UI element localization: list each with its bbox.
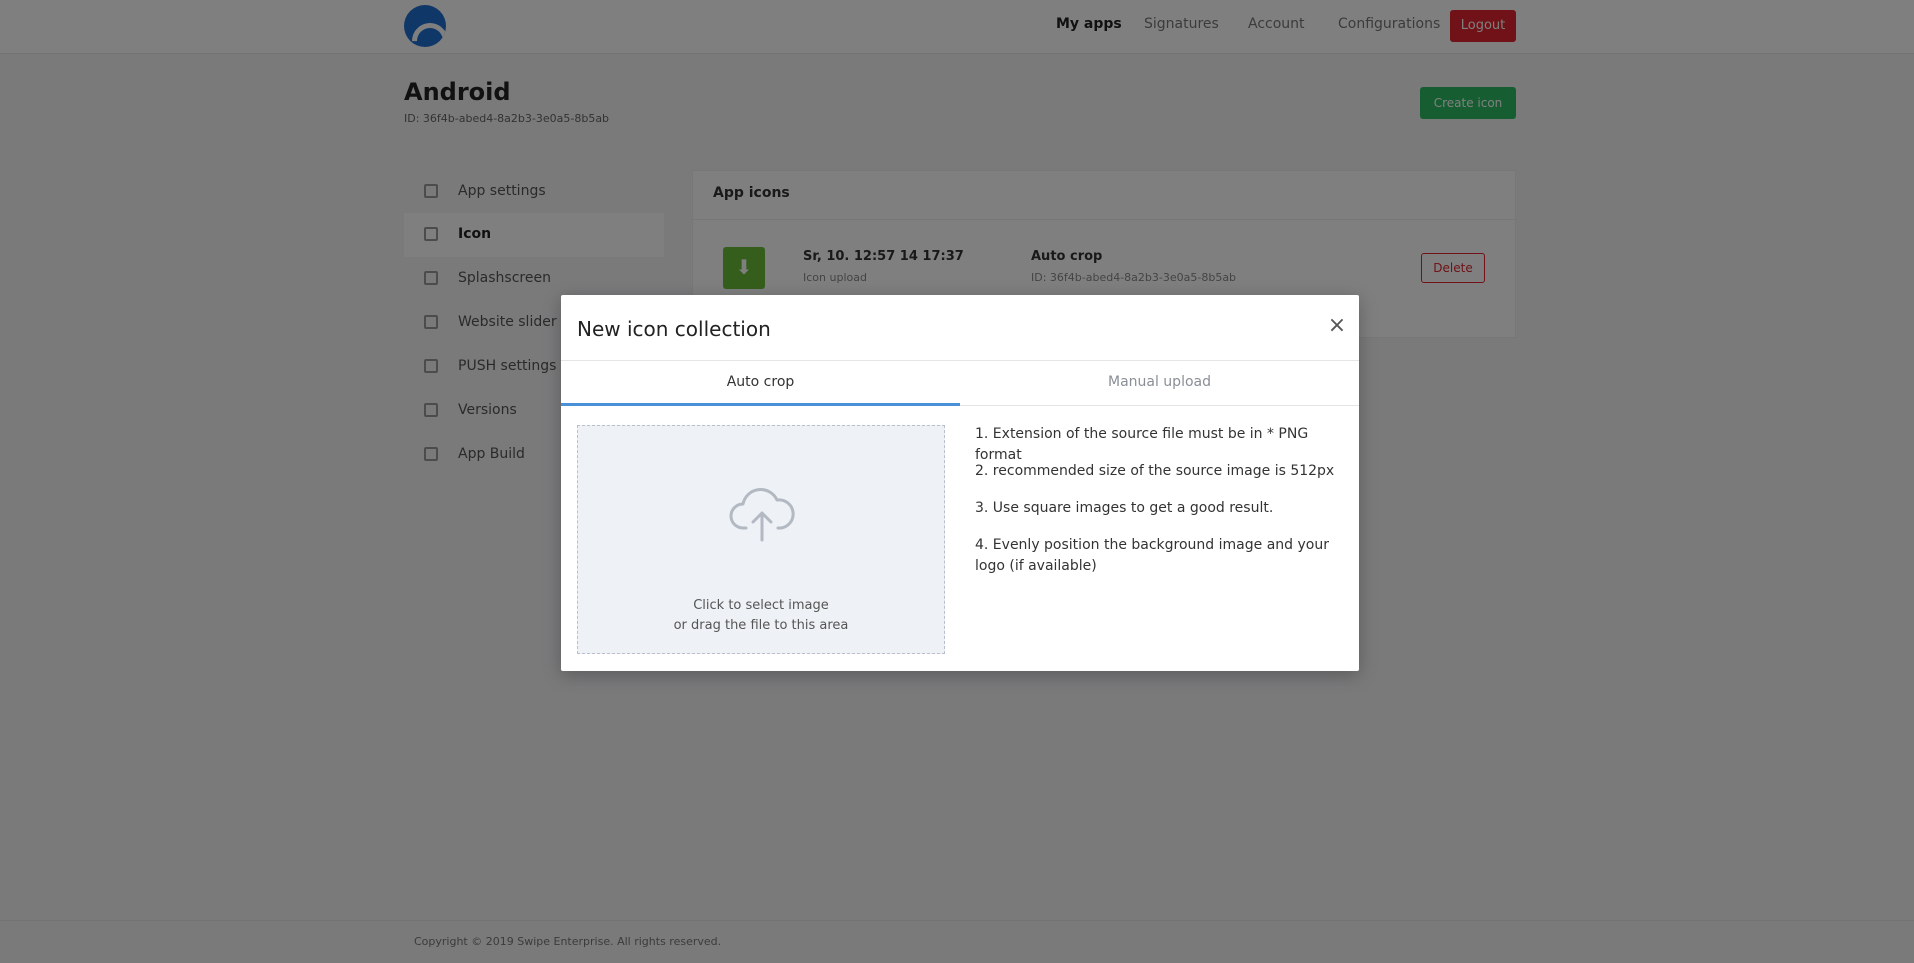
cloud-upload-icon xyxy=(729,488,795,542)
new-icon-collection-modal: New icon collection × Auto crop Manual u… xyxy=(561,295,1359,671)
tab-auto-crop[interactable]: Auto crop xyxy=(561,361,960,403)
tab-manual-upload[interactable]: Manual upload xyxy=(960,361,1359,403)
modal-title: New icon collection xyxy=(577,317,771,341)
instruction-4: 4. Evenly position the background image … xyxy=(975,537,1329,574)
active-tab-indicator xyxy=(561,403,960,406)
image-dropzone[interactable]: Click to select image or drag the file t… xyxy=(577,425,945,654)
dropzone-text-line1: Click to select image xyxy=(693,598,829,613)
instruction-1: 1. Extension of the source file must be … xyxy=(975,426,1309,463)
close-icon[interactable]: × xyxy=(1325,313,1349,341)
instruction-3: 3. Use square images to get a good resul… xyxy=(975,500,1274,516)
dropzone-text-line2: or drag the file to this area xyxy=(673,618,849,633)
instruction-2: 2. recommended size of the source image … xyxy=(975,463,1335,479)
